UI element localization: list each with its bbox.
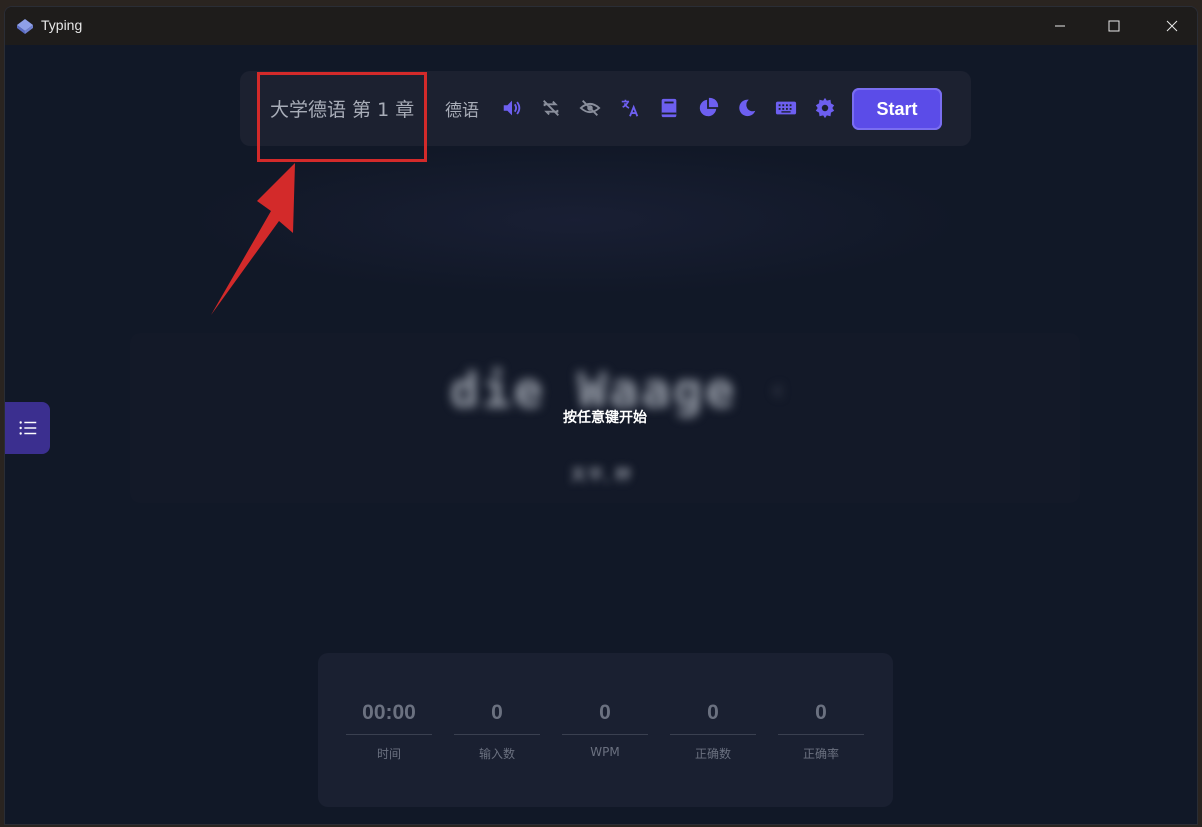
maximize-icon (1108, 20, 1120, 32)
pie-chart-icon[interactable] (696, 96, 720, 120)
book-icon[interactable] (657, 96, 681, 120)
maximize-button[interactable] (1087, 7, 1141, 45)
annotation-arrow (211, 163, 295, 315)
stat-value: 0 (562, 693, 648, 735)
keyboard-icon[interactable] (774, 96, 798, 120)
close-icon (1166, 20, 1178, 32)
stat-accuracy: 0 正确率 (778, 693, 864, 762)
close-button[interactable] (1145, 7, 1197, 45)
stat-label: 正确率 (802, 747, 839, 761)
word-translation: 天平, 秤 (570, 466, 632, 486)
stat-value: 0 (778, 693, 864, 735)
next-word-indicator: ‹ (772, 373, 784, 406)
language-selector[interactable]: 德语 (445, 96, 479, 121)
keyboard-app-icon (17, 19, 33, 34)
stat-input-count: 0 输入数 (454, 693, 540, 762)
start-button[interactable]: Start (852, 88, 942, 130)
stats-panel: 00:00 时间 0 输入数 0 WPM 0 正确数 0 正确率 (318, 653, 893, 807)
loop-icon[interactable] (539, 96, 563, 120)
stat-label: 正确数 (694, 747, 731, 761)
stat-value: 0 (454, 693, 540, 735)
stat-value: 00:00 (346, 693, 432, 735)
list-icon (18, 421, 36, 435)
stat-label: WPM (590, 745, 620, 759)
main-area: 大学德语 第 1 章 德语 Start die Waage ‹ 按任意键开始 天… (5, 45, 1197, 824)
eye-off-icon[interactable] (578, 96, 602, 120)
translate-icon[interactable] (618, 96, 642, 120)
stat-time: 00:00 时间 (346, 693, 432, 762)
start-hint: 按任意键开始 (563, 410, 647, 426)
stat-label: 输入数 (478, 747, 515, 761)
gear-icon[interactable] (813, 96, 837, 120)
word-list-button[interactable] (5, 402, 50, 454)
stat-correct-count: 0 正确数 (670, 693, 756, 762)
annotation-highlight-box (257, 72, 427, 162)
stat-wpm: 0 WPM (562, 693, 648, 759)
title-bar: Typing (5, 7, 1197, 45)
minimize-button[interactable] (1033, 7, 1087, 45)
stat-label: 时间 (376, 747, 401, 761)
minimize-icon (1055, 25, 1065, 27)
window-title: Typing (41, 17, 83, 33)
word-panel: die Waage ‹ 按任意键开始 天平, 秤 (130, 333, 1080, 503)
speaker-icon[interactable] (500, 96, 524, 120)
stat-value: 0 (670, 693, 756, 735)
moon-icon[interactable] (735, 96, 759, 120)
app-window: Typing 大学德语 第 1 章 德语 Start die Waage ‹ 按… (4, 6, 1198, 825)
